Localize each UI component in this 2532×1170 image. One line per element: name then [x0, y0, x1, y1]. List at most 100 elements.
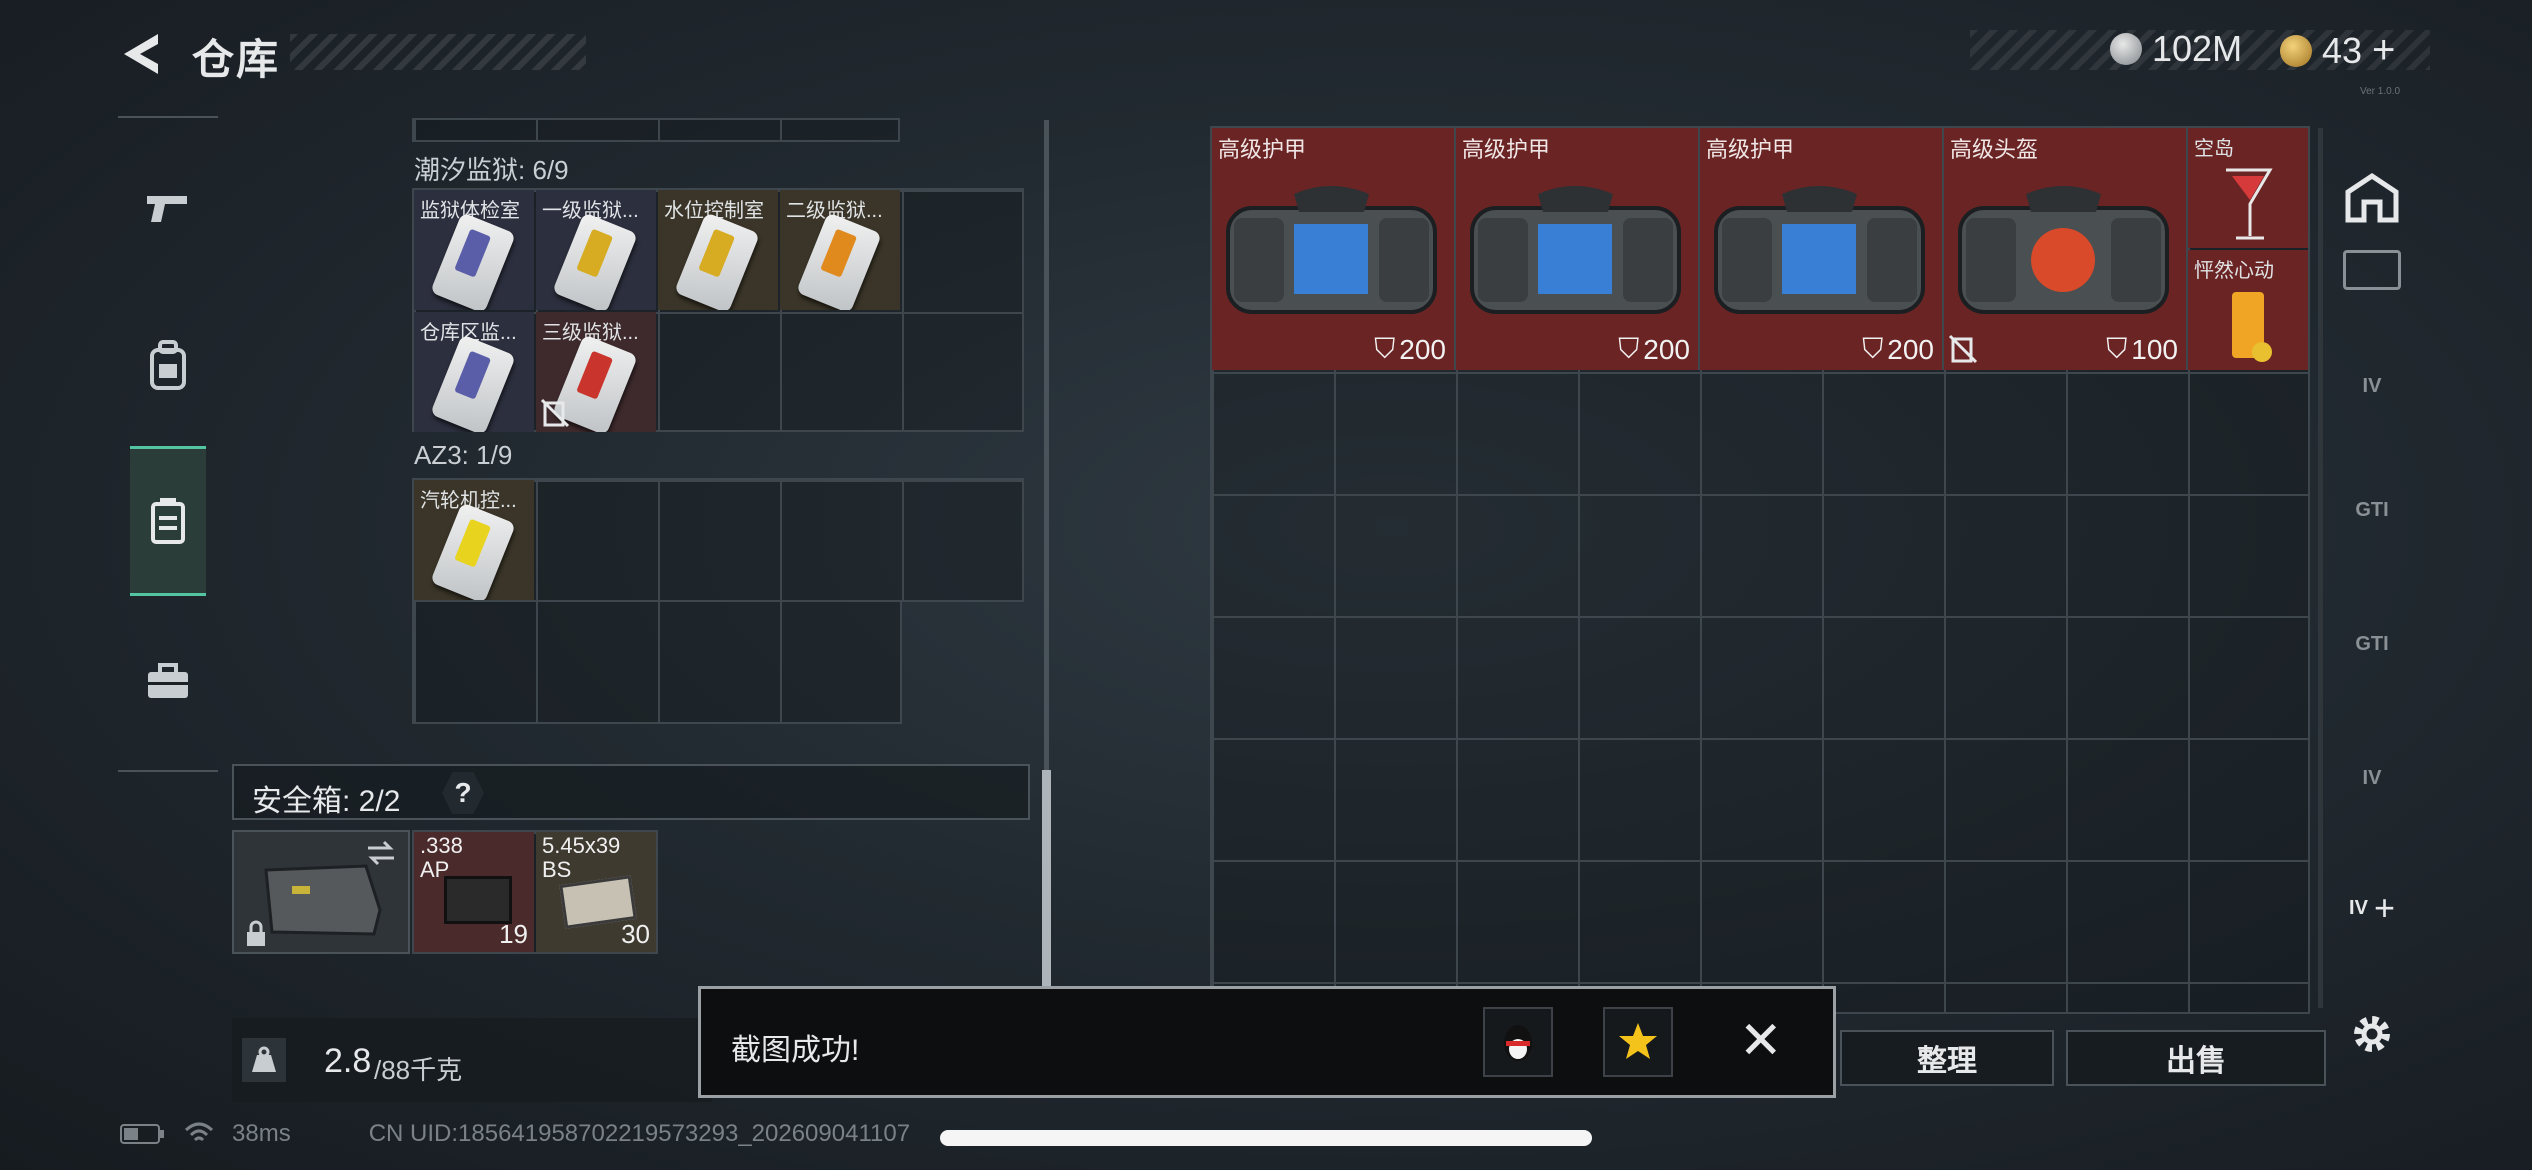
add-storage-icon: IV — [2349, 896, 2368, 919]
keycard-icon — [552, 212, 638, 310]
right-scrollbar[interactable] — [2318, 128, 2323, 1008]
add-gold-button[interactable]: + — [2372, 28, 2395, 73]
item-durability: 100 — [2131, 333, 2178, 365]
pouch-icon — [2343, 250, 2401, 290]
left-scrollbar-thumb[interactable] — [1042, 770, 1051, 986]
nav-weapons[interactable] — [130, 138, 206, 278]
help-button[interactable]: ? — [442, 772, 484, 814]
close-toast-button[interactable]: ✕ — [1739, 1011, 1783, 1071]
back-arrow-icon — [124, 34, 158, 74]
no-stash-icon — [1948, 334, 1978, 364]
armor-item[interactable]: 高级护甲 ⛉ 200 — [1456, 128, 1700, 370]
ammo-caliber: 5.45x39 — [542, 833, 621, 858]
keycard-slot[interactable]: 三级监狱... — [536, 312, 656, 432]
filter-pouch[interactable] — [2336, 230, 2408, 310]
silver-currency: 102M — [2110, 28, 2242, 70]
shield-icon: ⛉ — [2106, 333, 2128, 364]
keycard-icon — [430, 212, 516, 310]
filter-category[interactable]: GTI — [2336, 470, 2408, 550]
category-icon: IV — [2362, 374, 2382, 397]
back-button[interactable] — [118, 28, 164, 80]
keycard-slot[interactable]: 水位控制室 — [658, 190, 778, 310]
item-label: 高级护甲 — [1706, 137, 1795, 162]
briefcase-icon — [148, 663, 188, 698]
keycard-icon — [674, 212, 760, 310]
keycard-slot[interactable]: 一级监狱... — [536, 190, 656, 310]
armor-item[interactable]: 高级护甲 ⛉ 200 — [1700, 128, 1944, 370]
weight-panel: 2.8 /88千克 — [232, 1018, 712, 1102]
section-tidal-prison-label: 潮汐监狱: 6/9 — [414, 155, 569, 185]
qq-penguin-icon — [1504, 1025, 1532, 1061]
armor-item[interactable]: 高级护甲 ⛉ 200 — [1212, 128, 1456, 370]
ping-text: 38ms — [232, 1120, 291, 1147]
helmet-item[interactable]: 高级头盔 ⛉ 100 — [1944, 128, 2188, 370]
title-decoration — [290, 34, 586, 70]
keycard-slot[interactable]: 仓库区监... — [414, 312, 534, 432]
backpack-icon — [150, 340, 186, 390]
nav-storage[interactable] — [130, 446, 206, 596]
uid-text: CN UID:1856419587022195732​93_2026090411… — [368, 1120, 911, 1147]
locker-icon — [151, 498, 185, 544]
weight-max: /88千克 — [374, 1055, 463, 1085]
silver-amount: 102M — [2152, 28, 2243, 69]
filter-category[interactable]: IV — [2336, 738, 2408, 818]
shield-icon: ⛉ — [1862, 333, 1884, 364]
drink-item[interactable]: 怦然心动 — [2188, 250, 2308, 370]
ammo-caliber: .338 — [420, 833, 463, 858]
ammo-box-icon — [444, 876, 512, 924]
share-qq-button[interactable] — [1483, 1007, 1553, 1077]
filter-category[interactable]: IV — [2336, 346, 2408, 426]
category-icon: GTI — [2355, 632, 2389, 655]
filter-warehouse[interactable] — [2336, 158, 2408, 238]
page-title: 仓库 — [192, 36, 281, 83]
weight-current: 2.8 — [324, 1042, 372, 1080]
keycard-icon — [796, 212, 882, 310]
item-label: 高级护甲 — [1218, 137, 1307, 162]
ammo-count: 30 — [621, 919, 650, 949]
status-bar: 38ms CN UID:1856419587022195732​93_20260… — [120, 1120, 910, 1148]
wifi-icon — [184, 1122, 214, 1142]
ammo-slot[interactable]: .338 AP 19 — [414, 832, 534, 952]
category-icon: GTI — [2355, 498, 2389, 521]
gold-currency: 43 + — [2280, 28, 2395, 73]
home-indicator[interactable] — [940, 1130, 1592, 1146]
nav-equipment[interactable] — [130, 296, 206, 436]
safe-case-icon — [264, 864, 382, 936]
drink-item[interactable]: 空岛 — [2188, 128, 2308, 248]
sell-button[interactable]: 出售 — [2066, 1030, 2326, 1086]
organize-button[interactable]: 整理 — [1840, 1030, 2054, 1086]
gold-coin-icon — [2280, 34, 2312, 67]
add-storage-button[interactable]: IV + — [2336, 868, 2408, 948]
share-qzone-button[interactable] — [1603, 1007, 1673, 1077]
category-icon: IV — [2362, 766, 2382, 789]
section-az3-label: AZ3: 1/9 — [414, 440, 513, 470]
settings-button[interactable] — [2336, 994, 2408, 1074]
qzone-star-icon — [1619, 1023, 1657, 1059]
filter-category[interactable]: GTI — [2336, 604, 2408, 684]
keycard-icon — [430, 502, 516, 600]
item-durability: 200 — [1887, 333, 1934, 365]
item-durability: 200 — [1643, 333, 1690, 365]
item-durability: 200 — [1399, 333, 1446, 365]
armor-bag-icon — [1958, 186, 2169, 314]
warehouse-icon — [2345, 172, 2399, 223]
az3-grid-bottom — [412, 600, 902, 724]
armor-bag-icon — [1470, 186, 1681, 314]
toast-message: 截图成功! — [731, 1034, 860, 1067]
nav-toolbox[interactable] — [130, 612, 206, 752]
keycard-slot[interactable]: 汽轮机控... — [414, 480, 534, 600]
keycard-slot[interactable]: 监狱体检室 — [414, 190, 534, 310]
shield-icon: ⛉ — [1374, 333, 1396, 364]
ammo-slot[interactable]: 5.45x39 BS 30 — [536, 832, 656, 952]
gear-icon — [2354, 1016, 2390, 1052]
keycard-slot[interactable]: 二级监狱... — [780, 190, 900, 310]
safe-box-container[interactable] — [232, 830, 410, 954]
cocktail-icon — [2226, 168, 2273, 240]
juice-icon — [2232, 292, 2272, 362]
no-stash-icon — [540, 398, 570, 428]
weight-icon — [242, 1038, 286, 1082]
pistol-icon — [147, 196, 187, 222]
swap-icon[interactable] — [364, 838, 398, 868]
partial-grid-row — [412, 118, 900, 142]
silver-coin-icon — [2110, 33, 2142, 65]
